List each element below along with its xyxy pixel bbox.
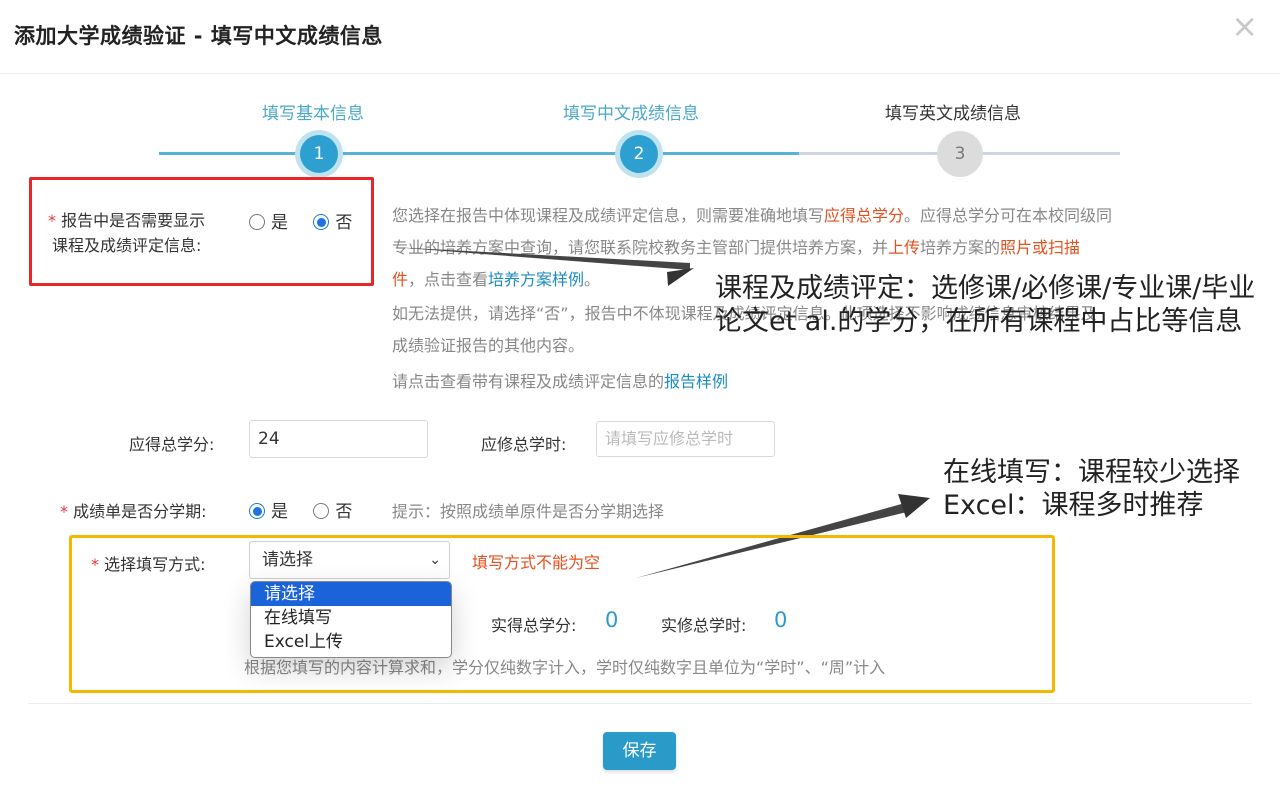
chevron-down-icon: ⌄ [429,552,441,568]
annotation-fill-method: 在线填写：课程较少选择 Excel：课程多时推荐 [943,457,1240,521]
semester-radio-yes[interactable] [249,503,265,519]
fill-method-error: 填写方式不能为空 [472,553,601,572]
earned-hours-label: 实修总学时: [661,616,747,635]
fill-method-dropdown: 请选择 在线填写 Excel上传 [250,581,452,658]
earned-hours-value: 0 [774,608,788,632]
total-hours-input[interactable]: 请填写应修总学时 [596,421,775,457]
semester-label: * 成绩单是否分学期: [60,502,207,521]
footer-divider [28,703,1252,704]
total-credits-input[interactable]: 24 [249,420,428,458]
annotation-arrow-1 [392,247,690,270]
save-button[interactable]: 保存 [603,732,676,770]
semester-radios: 是 否 [249,497,372,522]
option-please-select[interactable]: 请选择 [251,582,451,606]
semester-radio-no[interactable] [313,503,330,519]
total-credits-label: 应得总学分: [129,435,215,454]
fill-method-label: * 选择填写方式: [91,555,206,574]
option-online[interactable]: 在线填写 [251,606,451,630]
option-excel[interactable]: Excel上传 [251,630,451,654]
total-hours-label: 应修总学时: [481,435,567,454]
fill-method-select[interactable]: 请选择 ⌄ [249,541,450,579]
annotation-course-evaluation: 课程及成绩评定：选修课/必修课/专业课/毕业 论文et al.的学分，在所有课程… [715,273,1256,337]
earned-credits-value: 0 [605,608,619,632]
earned-credits-label: 实得总学分: [491,616,577,635]
semester-hint: 提示：按照成绩单原件是否分学期选择 [392,502,665,521]
